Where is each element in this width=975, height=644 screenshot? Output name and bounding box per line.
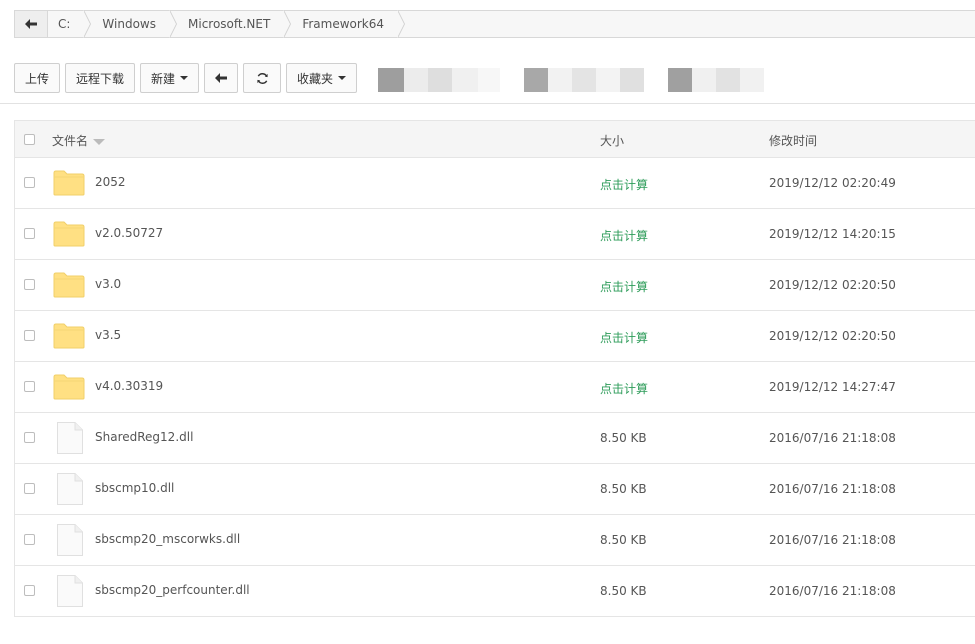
sort-caret-icon	[93, 138, 106, 145]
calculate-size-link[interactable]: 点击计算	[600, 380, 648, 397]
file-size: 8.50 KB	[600, 431, 647, 445]
favorites-label: 收藏夹	[297, 71, 334, 86]
calculate-size-link[interactable]: 点击计算	[600, 329, 648, 346]
table-header: 文件名 大小 修改时间	[15, 120, 975, 158]
upload-label: 上传	[25, 71, 50, 86]
folder-icon	[53, 323, 85, 349]
file-icon	[57, 473, 83, 505]
column-header-modified[interactable]: 修改时间	[769, 132, 817, 149]
row-checkbox[interactable]	[24, 432, 35, 443]
caret-down-icon	[338, 76, 347, 80]
row-checkbox[interactable]	[24, 330, 35, 341]
row-checkbox[interactable]	[24, 585, 35, 596]
row-checkbox[interactable]	[24, 177, 35, 188]
column-header-name[interactable]: 文件名	[52, 132, 106, 149]
table-row[interactable]: v3.5 点击计算 2019/12/12 02:20:50	[15, 311, 975, 362]
folder-icon	[53, 374, 85, 400]
breadcrumb: C: Windows Microsoft.NET Framework64	[14, 10, 975, 38]
calculate-size-link[interactable]: 点击计算	[600, 278, 648, 295]
table-row[interactable]: v4.0.30319 点击计算 2019/12/12 14:27:47	[15, 362, 975, 413]
arrow-left-icon	[25, 19, 37, 29]
file-size: 8.50 KB	[600, 533, 647, 547]
modified-time: 2019/12/12 14:27:47	[769, 380, 896, 394]
file-name[interactable]: v3.0	[95, 277, 121, 291]
modified-time: 2016/07/16 21:18:08	[769, 431, 896, 445]
row-checkbox[interactable]	[24, 483, 35, 494]
modified-time: 2019/12/12 02:20:50	[769, 278, 896, 292]
file-name[interactable]: 2052	[95, 175, 126, 189]
row-checkbox[interactable]	[24, 381, 35, 392]
table-row[interactable]: sbscmp20_mscorwks.dll 8.50 KB 2016/07/16 2…	[15, 515, 975, 566]
modified-time: 2016/07/16 21:18:08	[769, 533, 896, 547]
back-button[interactable]	[15, 11, 48, 37]
calculate-size-link[interactable]: 点击计算	[600, 176, 648, 193]
modified-time: 2019/12/12 02:20:50	[769, 329, 896, 343]
refresh-icon	[256, 72, 268, 84]
breadcrumb-item-framework64[interactable]: Framework64	[284, 10, 405, 38]
calculate-size-link[interactable]: 点击计算	[600, 227, 648, 244]
table-row[interactable]: sbscmp10.dll 8.50 KB 2016/07/16 21:18:08	[15, 464, 975, 515]
column-header-name-label: 文件名	[52, 134, 89, 148]
file-name[interactable]: v3.5	[95, 328, 121, 342]
table-row[interactable]: SharedReg12.dll 8.50 KB 2016/07/16 21:18:0…	[15, 413, 975, 464]
file-table: 文件名 大小 修改时间 2052 点击计算 2019/12/12 02:20:49 …	[14, 120, 975, 617]
row-checkbox[interactable]	[24, 534, 35, 545]
select-all-checkbox[interactable]	[24, 134, 35, 145]
row-checkbox[interactable]	[24, 279, 35, 290]
file-name[interactable]: v4.0.30319	[95, 379, 163, 393]
breadcrumb-item-windows[interactable]: Windows	[84, 10, 177, 38]
file-name[interactable]: sbscmp10.dll	[95, 481, 174, 495]
table-row[interactable]: 2052 点击计算 2019/12/12 02:20:49	[15, 158, 975, 209]
table-row[interactable]: v3.0 点击计算 2019/12/12 02:20:50	[15, 260, 975, 311]
row-checkbox[interactable]	[24, 228, 35, 239]
column-header-size[interactable]: 大小	[600, 132, 624, 149]
upload-button[interactable]: 上传	[14, 63, 61, 93]
remote-download-button[interactable]: 远程下载	[65, 63, 136, 93]
modified-time: 2019/12/12 14:20:15	[769, 227, 896, 241]
table-row[interactable]: v2.0.50727 点击计算 2019/12/12 14:20:15	[15, 209, 975, 260]
file-name[interactable]: v2.0.50727	[95, 226, 163, 240]
modified-time: 2016/07/16 21:18:08	[769, 584, 896, 598]
modified-time: 2019/12/12 02:20:49	[769, 176, 896, 190]
remote-download-label: 远程下载	[76, 71, 125, 86]
breadcrumb-item-microsoft-net[interactable]: Microsoft.NET	[170, 10, 292, 38]
file-size: 8.50 KB	[600, 584, 647, 598]
new-button[interactable]: 新建	[140, 63, 200, 93]
file-size: 8.50 KB	[600, 482, 647, 496]
file-name[interactable]: sbscmp20_mscorwks.dll	[95, 532, 240, 546]
favorites-button[interactable]: 收藏夹	[286, 63, 358, 93]
divider	[0, 103, 975, 104]
breadcrumb-item-drive[interactable]: C:	[48, 10, 92, 38]
file-icon	[57, 575, 83, 607]
toolbar: 上传 远程下载 新建 收藏夹	[14, 63, 362, 93]
file-icon	[57, 524, 83, 556]
file-icon	[57, 422, 83, 454]
back-toolbar-button[interactable]	[204, 63, 239, 93]
new-label: 新建	[151, 71, 176, 86]
modified-time: 2016/07/16 21:18:08	[769, 482, 896, 496]
folder-icon	[53, 170, 85, 196]
caret-down-icon	[180, 76, 189, 80]
table-row[interactable]: sbscmp20_perfcounter.dll 8.50 KB 2016/07/1…	[15, 566, 975, 617]
file-name[interactable]: sbscmp20_perfcounter.dll	[95, 583, 250, 597]
refresh-button[interactable]	[243, 63, 282, 93]
folder-icon	[53, 272, 85, 298]
arrow-left-icon	[215, 73, 228, 83]
pixelated-region	[378, 68, 764, 92]
folder-icon	[53, 221, 85, 247]
file-name[interactable]: SharedReg12.dll	[95, 430, 193, 444]
